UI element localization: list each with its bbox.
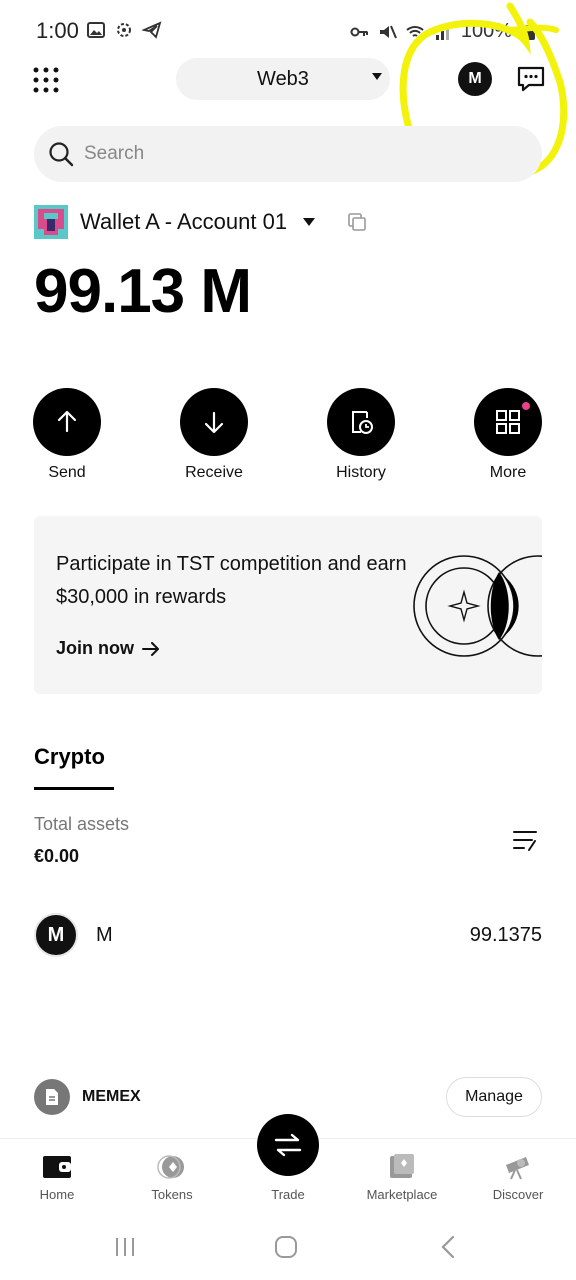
more-grid-icon <box>496 410 520 434</box>
more-button[interactable]: More <box>458 388 558 482</box>
wallet-balance: 99.13 M <box>34 257 252 326</box>
send-button-circle[interactable] <box>33 388 101 456</box>
status-left-icons <box>86 20 162 40</box>
history-icon <box>352 411 373 434</box>
signal-icon <box>435 25 449 40</box>
tab-underline <box>34 787 114 790</box>
status-time: 1:00 <box>36 18 79 43</box>
receive-button[interactable]: Receive <box>164 388 264 482</box>
network-selector[interactable]: Web3 <box>176 58 390 100</box>
tab-crypto[interactable]: Crypto <box>34 744 105 770</box>
memex-label: MEMEX <box>82 1088 141 1105</box>
total-assets-value: €0.00 <box>34 846 80 866</box>
telegram-icon <box>142 21 162 39</box>
tokens-icon <box>157 1155 184 1179</box>
back-icon[interactable] <box>434 1232 464 1262</box>
sort-icon[interactable] <box>512 828 540 854</box>
arrow-right-icon <box>142 641 159 656</box>
gallery-icon <box>87 22 105 38</box>
battery-percent: 100% <box>460 20 512 42</box>
quick-actions: Send Receive History More <box>0 388 576 488</box>
status-bar: 1:00 100% <box>0 0 576 60</box>
chevron-down-icon <box>303 218 316 226</box>
receive-button-circle[interactable] <box>180 388 248 456</box>
discover-telescope-icon <box>506 1157 529 1180</box>
marketplace-icon <box>390 1154 414 1178</box>
nav-marketplace[interactable]: Marketplace <box>352 1153 452 1202</box>
status-right: 100% <box>349 20 540 43</box>
promo-illustration <box>413 555 542 657</box>
token-amount: 99.1375 <box>469 923 542 946</box>
profile-avatar[interactable]: M <box>458 62 492 96</box>
network-label: Web3 <box>257 67 309 90</box>
search-input[interactable] <box>84 143 484 165</box>
system-navigation <box>0 1214 576 1280</box>
manage-button[interactable]: Manage <box>446 1077 542 1117</box>
account-avatar <box>34 205 68 239</box>
nav-home[interactable]: Home <box>7 1153 107 1202</box>
token-name: M <box>96 923 113 946</box>
history-button-circle[interactable] <box>327 388 395 456</box>
promo-text: Participate in TST competition and earn … <box>56 553 407 608</box>
join-now-label: Join now <box>56 638 134 658</box>
account-name: Wallet A - Account 01 <box>80 209 288 234</box>
token-row[interactable]: M M 99.1375 <box>34 912 542 958</box>
token-avatar: M <box>34 913 78 957</box>
nav-tokens[interactable]: Tokens <box>122 1153 222 1202</box>
key-icon <box>350 27 368 36</box>
home-wallet-icon <box>43 1156 71 1178</box>
history-button[interactable]: History <box>311 388 411 482</box>
nav-discover-label: Discover <box>492 1187 544 1202</box>
search-icon <box>49 142 74 167</box>
chat-icon[interactable] <box>517 66 545 92</box>
trade-button[interactable] <box>257 1114 319 1176</box>
nav-tokens-label: Tokens <box>151 1187 193 1202</box>
history-label: History <box>336 464 386 481</box>
send-button[interactable]: Send <box>17 388 117 482</box>
more-button-circle[interactable] <box>474 388 542 456</box>
battery-icon <box>525 22 535 40</box>
apps-grid-icon[interactable] <box>32 66 60 94</box>
receive-label: Receive <box>185 464 243 481</box>
trade-swap-icon <box>274 1133 302 1157</box>
recent-apps-icon[interactable] <box>110 1232 140 1262</box>
copy-icon[interactable] <box>347 212 367 232</box>
total-assets-label: Total assets <box>34 814 130 834</box>
memex-document-icon <box>34 1079 70 1115</box>
memex-row: MEMEX Manage <box>34 1077 542 1117</box>
account-selector[interactable]: Wallet A - Account 01 <box>34 204 367 240</box>
nav-trade-label: Trade <box>271 1187 305 1202</box>
promo-banner[interactable]: Participate in TST competition and earn … <box>34 516 542 694</box>
nav-marketplace-label: Marketplace <box>366 1187 438 1202</box>
settings-gear-icon <box>117 23 131 37</box>
join-now-link[interactable]: Join now <box>56 638 160 659</box>
top-header: Web3 M <box>0 56 576 102</box>
home-icon[interactable] <box>271 1232 301 1262</box>
send-arrow-icon <box>57 410 77 433</box>
nav-home-label: Home <box>39 1187 75 1202</box>
chevron-down-icon <box>372 73 382 80</box>
receive-arrow-icon <box>204 411 224 434</box>
wifi-icon <box>406 25 424 37</box>
send-label: Send <box>48 464 86 481</box>
mute-icon <box>379 25 397 38</box>
notification-dot <box>522 402 530 410</box>
nav-discover[interactable]: Discover <box>468 1153 568 1202</box>
more-label: More <box>489 464 527 481</box>
search-bar[interactable] <box>34 126 542 182</box>
